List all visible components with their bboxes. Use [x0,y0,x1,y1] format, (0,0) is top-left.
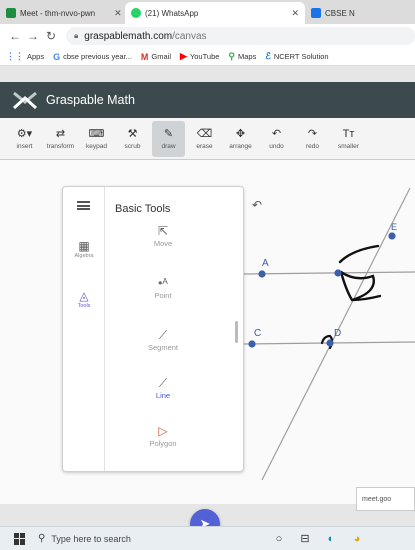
panel-title: Basic Tools [115,203,171,215]
line-a[interactable] [243,271,415,275]
point-intersection[interactable] [334,269,342,277]
point-d[interactable] [326,339,334,347]
screen-share-notification[interactable]: meet.goo [356,487,415,511]
tool-move[interactable]: ⇱ Move [107,223,219,248]
search-icon: ⚲ [38,533,46,544]
cursor-arrow-icon: ⇱ [157,224,169,238]
nav-label: Algebra [74,253,94,259]
tool-label: Segment [147,343,179,352]
edge-browser-icon[interactable]: ◐ [320,533,342,545]
point-e[interactable] [388,232,396,240]
windows-start-icon[interactable] [14,532,26,545]
panel-scrollbar[interactable] [235,321,238,343]
point-label-d: D [334,328,341,339]
basic-tools-panel: ▦ Algebra ◬ Tools Basic Tools ⇱ Move •ᴬ … [62,186,244,472]
segment-icon: ⟋ [158,328,168,342]
nav-label: Tools [77,303,91,309]
tool-polygon[interactable]: ▷ Polygon [107,423,219,448]
notification-text: meet.goo [362,495,392,503]
search-placeholder: Type here to search [51,533,131,544]
point-label-c: C [254,328,261,339]
point-label-e: E [391,222,397,232]
tool-label: Move [153,239,173,248]
tool-label: Polygon [149,439,177,448]
tool-label: Point [154,291,172,300]
point-icon: •ᴬ [158,276,168,290]
task-view-icon[interactable]: ⊟ [294,532,316,545]
cortana-icon[interactable]: ○ [268,533,290,545]
tool-line[interactable]: ⟋ Line [107,375,219,400]
chrome-browser-icon[interactable]: ◕ [346,533,368,545]
point-c[interactable] [248,340,256,348]
hamburger-menu-icon[interactable] [77,201,90,210]
panel-left-nav: ▦ Algebra ◬ Tools [63,187,105,471]
calculator-icon: ▦ [78,239,90,253]
taskbar-search-box[interactable]: ⚲ Type here to search [38,533,198,544]
nav-algebra[interactable]: ▦ Algebra [63,239,105,259]
polygon-icon: ▷ [158,424,168,438]
tool-label: Line [155,391,171,400]
nav-tools[interactable]: ◬ Tools [63,289,105,309]
tool-point[interactable]: •ᴬ Point [107,275,219,300]
point-a[interactable] [258,270,266,278]
geometry-tools-icon: ◬ [79,289,89,303]
windows-taskbar: ⚲ Type here to search ○ ⊟ ◐ ◕ [0,526,415,550]
canvas-undo-icon[interactable]: ↶ [252,198,262,212]
tool-segment[interactable]: ⟋ Segment [107,327,219,352]
point-label-a: A [262,258,269,269]
line-icon: ⟋ [158,376,168,390]
